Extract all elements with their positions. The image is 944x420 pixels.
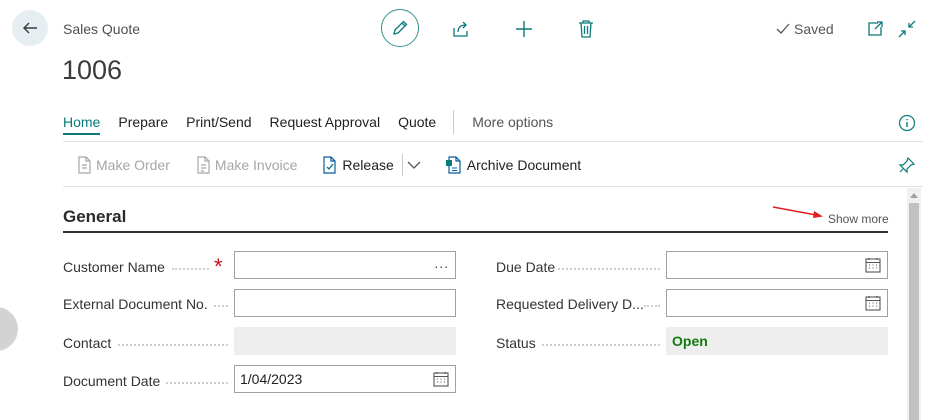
contact-label: Contact <box>63 335 112 351</box>
action-bar-divider <box>63 186 923 187</box>
leader-dots <box>542 344 660 346</box>
customer-name-label: Customer Name <box>63 259 165 275</box>
tabs-divider <box>63 141 923 142</box>
saved-label: Saved <box>794 21 834 37</box>
leader-dots <box>558 268 660 270</box>
make-order-icon <box>78 156 91 174</box>
due-date-label: Due Date <box>496 259 556 275</box>
back-button[interactable] <box>12 10 48 46</box>
leader-dots <box>172 268 209 270</box>
pin-action-bar-button[interactable] <box>895 153 919 177</box>
release-button[interactable]: Release <box>322 156 394 174</box>
info-button[interactable] <box>895 111 919 135</box>
leader-dots <box>214 305 228 307</box>
checkmark-icon <box>776 23 790 34</box>
status-field: Open <box>666 327 888 355</box>
tab-print-send[interactable]: Print/Send <box>186 114 251 135</box>
delete-button[interactable] <box>574 17 598 41</box>
calendar-icon[interactable] <box>865 257 881 273</box>
share-button[interactable] <box>449 17 473 41</box>
release-dropdown-button[interactable] <box>407 160 421 170</box>
tab-quote[interactable]: Quote <box>398 114 436 135</box>
action-tabs: Home Prepare Print/Send Request Approval… <box>63 110 571 138</box>
side-panel-handle[interactable] <box>0 307 18 351</box>
archive-document-button[interactable]: Archive Document <box>445 156 581 174</box>
trash-icon <box>579 20 593 38</box>
saved-indicator: Saved <box>776 21 834 37</box>
pin-icon <box>898 156 916 174</box>
scrollbar-thumb[interactable] <box>909 203 919 420</box>
required-indicator: * <box>214 254 223 279</box>
document-date-label: Document Date <box>63 373 161 389</box>
collapse-button[interactable] <box>895 17 919 41</box>
status-label: Status <box>496 335 536 351</box>
collapse-icon <box>898 20 916 38</box>
open-new-window-icon <box>868 21 883 36</box>
caret-up-icon <box>910 193 918 198</box>
new-button[interactable] <box>512 17 536 41</box>
external-document-no-input[interactable] <box>234 289 456 317</box>
make-order-label: Make Order <box>96 157 170 173</box>
tab-request-approval[interactable]: Request Approval <box>270 114 381 135</box>
tab-prepare[interactable]: Prepare <box>118 114 168 135</box>
calendar-icon[interactable] <box>433 371 449 387</box>
page-title: 1006 <box>62 55 123 85</box>
make-invoice-button[interactable]: Make Invoice <box>195 156 297 174</box>
edit-button[interactable] <box>381 9 419 47</box>
calendar-icon[interactable] <box>865 295 881 311</box>
pencil-icon <box>393 20 408 35</box>
contact-field[interactable] <box>234 327 456 355</box>
due-date-input[interactable] <box>666 251 888 279</box>
scroll-up-button[interactable] <box>909 190 919 200</box>
chevron-down-icon <box>407 161 421 169</box>
status-value: Open <box>672 333 708 349</box>
action-bar: Make Order Make Invoice Release Archive … <box>76 154 606 176</box>
show-more-link[interactable]: Show more <box>828 212 889 226</box>
archive-document-icon <box>445 156 461 174</box>
make-invoice-label: Make Invoice <box>214 157 298 173</box>
lookup-ellipsis-icon[interactable]: ... <box>434 255 449 271</box>
requested-delivery-date-input[interactable] <box>666 289 888 317</box>
release-icon <box>323 156 337 174</box>
general-section-underline <box>63 231 888 233</box>
requested-delivery-date-label: Requested Delivery D... <box>496 296 644 312</box>
document-date-input[interactable]: 1/04/2023 <box>234 365 456 393</box>
info-icon <box>898 114 916 132</box>
make-invoice-icon <box>197 156 210 174</box>
plus-icon <box>516 21 532 37</box>
release-label: Release <box>342 157 394 173</box>
tab-home[interactable]: Home <box>63 114 101 135</box>
make-order-button[interactable]: Make Order <box>76 156 170 174</box>
leader-dots <box>118 344 228 346</box>
customer-name-input[interactable]: ... <box>234 251 456 279</box>
external-document-no-label: External Document No. <box>63 296 208 312</box>
leader-dots <box>166 382 228 384</box>
general-section-title[interactable]: General <box>63 207 126 227</box>
leader-dots <box>644 305 660 307</box>
page-type-caption: Sales Quote <box>63 21 141 37</box>
annotation-arrow-icon <box>772 206 823 218</box>
tab-divider <box>453 110 455 134</box>
archive-document-label: Archive Document <box>466 157 582 173</box>
back-arrow-icon <box>23 22 37 34</box>
open-new-window-button[interactable] <box>863 17 887 41</box>
share-icon <box>453 21 468 37</box>
release-split-divider <box>401 154 403 176</box>
more-options-button[interactable]: More options <box>472 114 553 135</box>
